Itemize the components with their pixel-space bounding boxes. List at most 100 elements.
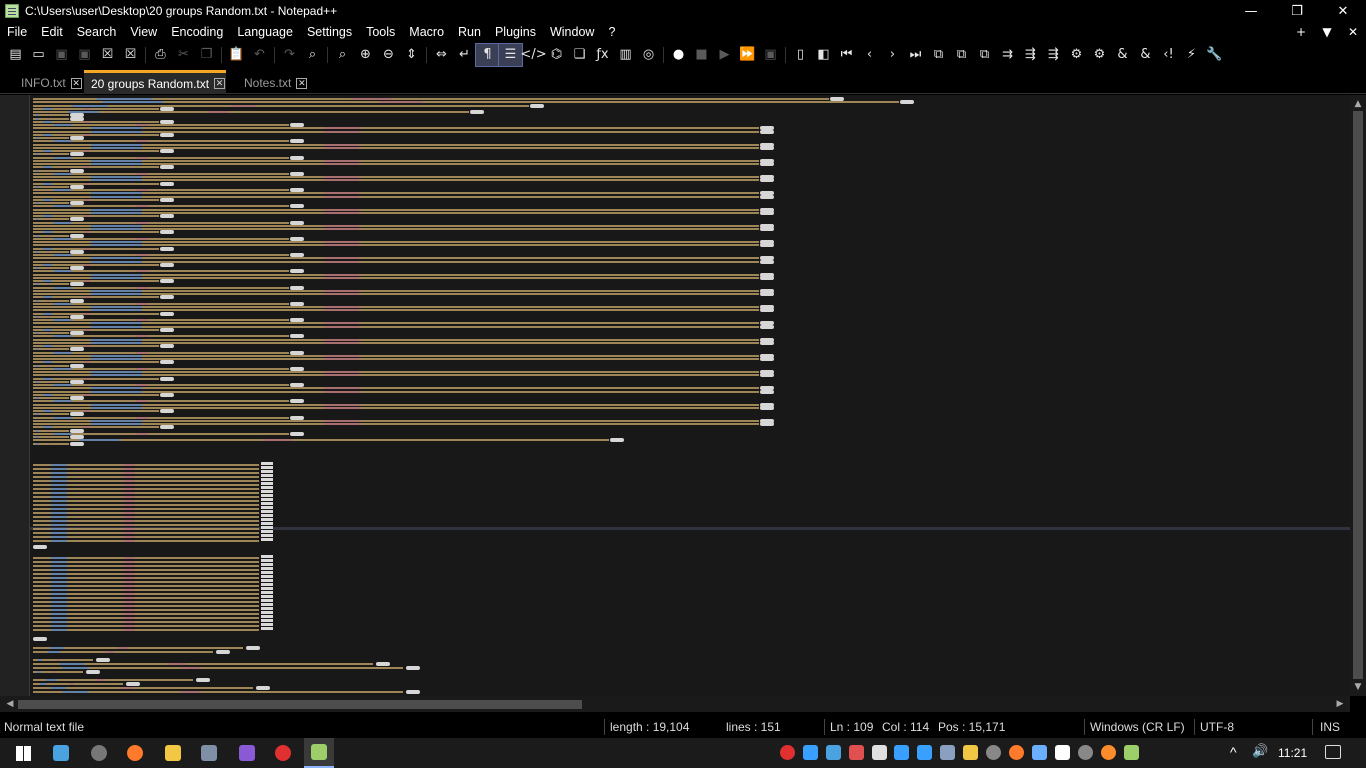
tab-list-dropdown[interactable]: ▼	[1314, 22, 1340, 43]
tab-notes[interactable]: Notes.txt ✕	[237, 72, 308, 94]
save-icon[interactable]: ▣	[50, 44, 73, 66]
notification-center-icon[interactable]	[1325, 745, 1341, 759]
menu-settings[interactable]: Settings	[300, 22, 359, 43]
menu-help[interactable]: ?	[601, 22, 622, 43]
minimize-button[interactable]: —	[1228, 0, 1274, 22]
scroll-right-icon[interactable]: ▶	[1332, 696, 1348, 712]
run-macro-multiple-icon[interactable]: ⏩	[736, 44, 759, 66]
tray-overflow-chevron-icon[interactable]: ^	[1230, 744, 1237, 760]
redo-icon[interactable]: ↷	[278, 44, 301, 66]
tray-download-icon[interactable]	[803, 745, 818, 760]
tray-image-icon[interactable]	[940, 745, 955, 760]
plugin-d-icon[interactable]: ⇉	[996, 44, 1019, 66]
tray-document-icon[interactable]	[872, 745, 887, 760]
open-file-icon[interactable]: ▭	[27, 44, 50, 66]
tray-play-icon[interactable]	[917, 745, 932, 760]
xml-tag-icon[interactable]: </>	[520, 44, 546, 66]
zoom-out-icon[interactable]: ⊖	[377, 44, 400, 66]
menu-edit[interactable]: Edit	[34, 22, 70, 43]
tray-orange-app-icon[interactable]	[1101, 745, 1116, 760]
taskbar-button[interactable]	[120, 738, 150, 768]
menu-macro[interactable]: Macro	[402, 22, 451, 43]
next-icon[interactable]: ›	[881, 44, 904, 66]
tab-info[interactable]: INFO.txt ✕	[14, 72, 82, 94]
tray-circle-icon[interactable]	[1078, 745, 1093, 760]
taskbar-button[interactable]	[46, 738, 76, 768]
function-list-icon[interactable]: ƒx	[591, 44, 614, 66]
show-all-characters-icon[interactable]: ¶	[475, 42, 500, 67]
tray-notepadpp-icon[interactable]	[1124, 745, 1139, 760]
plugin-bookmark-icon[interactable]: ◧	[812, 44, 835, 66]
menu-view[interactable]: View	[123, 22, 164, 43]
document-list-icon[interactable]: ❏	[568, 44, 591, 66]
last-icon[interactable]: ⏭	[904, 44, 927, 66]
find-icon[interactable]: ⌕	[301, 44, 324, 66]
tray-folder-icon[interactable]	[963, 745, 978, 760]
plugin-c-icon[interactable]: ⧉	[973, 44, 996, 66]
new-file-icon[interactable]: ▤	[4, 44, 27, 66]
plugin-l-icon[interactable]: ⚡	[1180, 44, 1203, 66]
taskbar-button[interactable]	[84, 738, 114, 768]
sync-vertical-icon[interactable]: ⇕	[400, 44, 423, 66]
plugin-doc-icon[interactable]: ▯	[789, 44, 812, 66]
plugin-g-icon[interactable]: ⚙	[1065, 44, 1088, 66]
taskbar-button[interactable]	[8, 738, 38, 768]
close-file-icon[interactable]: ☒	[96, 44, 119, 66]
menu-search[interactable]: Search	[70, 22, 124, 43]
replace-icon[interactable]: ⌕	[331, 44, 354, 66]
tray-firefox-icon[interactable]	[1009, 745, 1024, 760]
plugin-b-icon[interactable]: ⧉	[950, 44, 973, 66]
tab-close-icon[interactable]: ✕	[296, 77, 308, 89]
first-icon[interactable]: ⏮	[835, 44, 858, 66]
menu-tools[interactable]: Tools	[359, 22, 402, 43]
horizontal-scroll-thumb[interactable]	[18, 700, 582, 709]
menu-language[interactable]: Language	[230, 22, 300, 43]
close-window-button[interactable]: ✕	[1320, 0, 1366, 22]
monitoring-icon[interactable]: ◎	[637, 44, 660, 66]
record-macro-icon[interactable]: ●	[667, 44, 690, 66]
plugin-k-icon[interactable]: ‹!	[1157, 44, 1180, 66]
vertical-scroll-thumb[interactable]	[1353, 111, 1363, 679]
tab-close-icon[interactable]: ✕	[214, 78, 226, 89]
vertical-scrollbar[interactable]: ▲ ▼	[1350, 95, 1366, 696]
print-icon[interactable]: ⎙	[149, 44, 172, 66]
tray-music-icon[interactable]	[894, 745, 909, 760]
tray-upload-icon[interactable]	[1055, 745, 1070, 760]
menu-file[interactable]: File	[0, 22, 34, 43]
folder-as-workspace-icon[interactable]: ▥	[614, 44, 637, 66]
volume-icon[interactable]: 🔊	[1252, 744, 1268, 759]
plugin-e-icon[interactable]: ⇶	[1019, 44, 1042, 66]
tab-close-icon[interactable]: ✕	[70, 77, 82, 89]
close-document-button[interactable]: ✕	[1340, 22, 1366, 43]
plugin-h-icon[interactable]: ⚙	[1088, 44, 1111, 66]
plugin-j-icon[interactable]: &	[1134, 44, 1157, 66]
document-map-icon[interactable]: ⌬	[545, 44, 568, 66]
menu-plugins[interactable]: Plugins	[488, 22, 543, 43]
sync-horizontal-icon[interactable]: ⇔	[430, 44, 453, 66]
tray-red-app-icon[interactable]	[849, 745, 864, 760]
settings-wrench-icon[interactable]: 🔧	[1203, 44, 1226, 66]
status-eol-format[interactable]: Windows (CR LF)	[1086, 716, 1185, 738]
scroll-left-icon[interactable]: ◀	[2, 696, 18, 712]
taskbar-button[interactable]	[158, 738, 188, 768]
taskbar-button[interactable]	[304, 738, 334, 768]
copy-icon[interactable]: ❐	[195, 44, 218, 66]
menu-run[interactable]: Run	[451, 22, 488, 43]
indent-guide-icon[interactable]: ☰	[498, 42, 523, 67]
taskbar-button[interactable]	[268, 738, 298, 768]
tray-keyboard-icon[interactable]	[1032, 745, 1047, 760]
status-encoding[interactable]: UTF-8	[1196, 716, 1234, 738]
cut-icon[interactable]: ✂	[172, 44, 195, 66]
plugin-i-icon[interactable]: &	[1111, 44, 1134, 66]
scroll-up-icon[interactable]: ▲	[1350, 97, 1366, 111]
horizontal-scrollbar[interactable]: ◀ ▶	[0, 696, 1350, 712]
close-all-icon[interactable]: ☒	[119, 44, 142, 66]
paste-icon[interactable]: 📋	[225, 44, 248, 66]
undo-icon[interactable]: ↶	[248, 44, 271, 66]
plugin-f-icon[interactable]: ⇶	[1042, 44, 1065, 66]
menu-encoding[interactable]: Encoding	[164, 22, 230, 43]
status-insert-mode[interactable]: INS	[1316, 716, 1340, 738]
zoom-in-icon[interactable]: ⊕	[354, 44, 377, 66]
play-macro-icon[interactable]: ▶	[713, 44, 736, 66]
tray-monitor-icon[interactable]	[826, 745, 841, 760]
